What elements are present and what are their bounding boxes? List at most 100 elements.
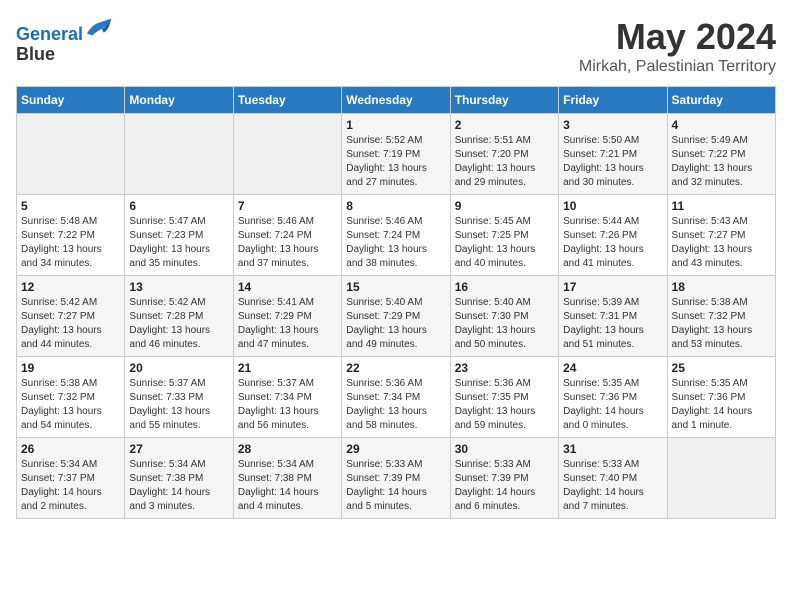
day-info: Sunrise: 5:48 AM Sunset: 7:22 PM Dayligh… xyxy=(21,215,120,271)
day-number: 29 xyxy=(346,442,445,456)
month-title: May 2024 xyxy=(579,16,776,58)
day-number: 18 xyxy=(672,280,771,294)
day-number: 16 xyxy=(455,280,554,294)
calendar-day-cell xyxy=(233,114,341,195)
calendar-day-cell: 13 Sunrise: 5:42 AM Sunset: 7:28 PM Dayli… xyxy=(125,276,233,357)
calendar-body: 1Sunrise: 5:52 AM Sunset: 7:19 PM Daylig… xyxy=(17,114,776,519)
calendar-day-cell: 22 Sunrise: 5:36 AM Sunset: 7:34 PM Dayli… xyxy=(342,357,450,438)
day-info: Sunrise: 5:38 AM Sunset: 7:32 PM Dayligh… xyxy=(21,377,120,433)
day-info: Sunrise: 5:50 AM Sunset: 7:21 PM Dayligh… xyxy=(563,134,662,190)
calendar-table: SundayMondayTuesdayWednesdayThursdayFrid… xyxy=(16,86,776,519)
day-info: Sunrise: 5:42 AM Sunset: 7:28 PM Dayligh… xyxy=(129,296,228,352)
calendar-day-cell: 26Sunrise: 5:34 AM Sunset: 7:37 PM Dayli… xyxy=(17,438,125,519)
calendar-day-cell: 10 Sunrise: 5:44 AM Sunset: 7:26 PM Dayli… xyxy=(559,195,667,276)
calendar-day-cell: 23 Sunrise: 5:36 AM Sunset: 7:35 PM Dayli… xyxy=(450,357,558,438)
day-number: 26 xyxy=(21,442,120,456)
calendar-day-cell: 27Sunrise: 5:34 AM Sunset: 7:38 PM Dayli… xyxy=(125,438,233,519)
calendar-day-cell: 12 Sunrise: 5:42 AM Sunset: 7:27 PM Dayli… xyxy=(17,276,125,357)
day-number: 3 xyxy=(563,118,662,132)
day-info: Sunrise: 5:49 AM Sunset: 7:22 PM Dayligh… xyxy=(672,134,771,190)
calendar-day-cell: 24 Sunrise: 5:35 AM Sunset: 7:36 PM Dayli… xyxy=(559,357,667,438)
day-number: 9 xyxy=(455,199,554,213)
day-info: Sunrise: 5:34 AM Sunset: 7:38 PM Dayligh… xyxy=(238,458,337,514)
day-number: 22 xyxy=(346,361,445,375)
calendar-day-cell: 25 Sunrise: 5:35 AM Sunset: 7:36 PM Dayli… xyxy=(667,357,775,438)
calendar-day-cell: 30Sunrise: 5:33 AM Sunset: 7:39 PM Dayli… xyxy=(450,438,558,519)
day-info: Sunrise: 5:46 AM Sunset: 7:24 PM Dayligh… xyxy=(346,215,445,271)
calendar-day-cell xyxy=(17,114,125,195)
calendar-day-cell: 18Sunrise: 5:38 AM Sunset: 7:32 PM Dayli… xyxy=(667,276,775,357)
day-info: Sunrise: 5:41 AM Sunset: 7:29 PM Dayligh… xyxy=(238,296,337,352)
logo-bird-icon xyxy=(85,16,113,40)
calendar-day-cell: 11 Sunrise: 5:43 AM Sunset: 7:27 PM Dayli… xyxy=(667,195,775,276)
calendar-day-cell: 19 Sunrise: 5:38 AM Sunset: 7:32 PM Dayli… xyxy=(17,357,125,438)
day-number: 19 xyxy=(21,361,120,375)
day-info: Sunrise: 5:34 AM Sunset: 7:38 PM Dayligh… xyxy=(129,458,228,514)
calendar-day-cell: 6 Sunrise: 5:47 AM Sunset: 7:23 PM Daylig… xyxy=(125,195,233,276)
day-info: Sunrise: 5:36 AM Sunset: 7:35 PM Dayligh… xyxy=(455,377,554,433)
day-info: Sunrise: 5:40 AM Sunset: 7:29 PM Dayligh… xyxy=(346,296,445,352)
calendar-day-cell: 20 Sunrise: 5:37 AM Sunset: 7:33 PM Dayli… xyxy=(125,357,233,438)
day-info: Sunrise: 5:47 AM Sunset: 7:23 PM Dayligh… xyxy=(129,215,228,271)
day-info: Sunrise: 5:44 AM Sunset: 7:26 PM Dayligh… xyxy=(563,215,662,271)
day-number: 1 xyxy=(346,118,445,132)
day-info: Sunrise: 5:51 AM Sunset: 7:20 PM Dayligh… xyxy=(455,134,554,190)
calendar-day-header: Wednesday xyxy=(342,87,450,114)
day-number: 21 xyxy=(238,361,337,375)
calendar-day-cell: 28 Sunrise: 5:34 AM Sunset: 7:38 PM Dayli… xyxy=(233,438,341,519)
title-block: May 2024 Mirkah, Palestinian Territory xyxy=(579,16,776,76)
calendar-day-cell: 2 Sunrise: 5:51 AM Sunset: 7:20 PM Daylig… xyxy=(450,114,558,195)
day-info: Sunrise: 5:39 AM Sunset: 7:31 PM Dayligh… xyxy=(563,296,662,352)
calendar-day-header: Friday xyxy=(559,87,667,114)
day-number: 13 xyxy=(129,280,228,294)
day-number: 24 xyxy=(563,361,662,375)
day-number: 6 xyxy=(129,199,228,213)
calendar-day-header: Tuesday xyxy=(233,87,341,114)
calendar-day-cell: 16Sunrise: 5:40 AM Sunset: 7:30 PM Dayli… xyxy=(450,276,558,357)
calendar-day-cell: 1Sunrise: 5:52 AM Sunset: 7:19 PM Daylig… xyxy=(342,114,450,195)
calendar-day-cell: 15Sunrise: 5:40 AM Sunset: 7:29 PM Dayli… xyxy=(342,276,450,357)
day-number: 31 xyxy=(563,442,662,456)
day-number: 17 xyxy=(563,280,662,294)
calendar-day-cell: 17 Sunrise: 5:39 AM Sunset: 7:31 PM Dayli… xyxy=(559,276,667,357)
calendar-day-header: Thursday xyxy=(450,87,558,114)
day-info: Sunrise: 5:35 AM Sunset: 7:36 PM Dayligh… xyxy=(563,377,662,433)
day-number: 10 xyxy=(563,199,662,213)
day-number: 12 xyxy=(21,280,120,294)
calendar-day-cell: 29 Sunrise: 5:33 AM Sunset: 7:39 PM Dayli… xyxy=(342,438,450,519)
calendar-day-header: Monday xyxy=(125,87,233,114)
day-info: Sunrise: 5:36 AM Sunset: 7:34 PM Dayligh… xyxy=(346,377,445,433)
day-number: 2 xyxy=(455,118,554,132)
day-number: 14 xyxy=(238,280,337,294)
day-number: 20 xyxy=(129,361,228,375)
day-info: Sunrise: 5:33 AM Sunset: 7:40 PM Dayligh… xyxy=(563,458,662,514)
calendar-day-header: Saturday xyxy=(667,87,775,114)
day-info: Sunrise: 5:35 AM Sunset: 7:36 PM Dayligh… xyxy=(672,377,771,433)
day-info: Sunrise: 5:43 AM Sunset: 7:27 PM Dayligh… xyxy=(672,215,771,271)
day-info: Sunrise: 5:37 AM Sunset: 7:33 PM Dayligh… xyxy=(129,377,228,433)
calendar-day-cell xyxy=(667,438,775,519)
calendar-day-cell: 7Sunrise: 5:46 AM Sunset: 7:24 PM Daylig… xyxy=(233,195,341,276)
calendar-week-row: 1Sunrise: 5:52 AM Sunset: 7:19 PM Daylig… xyxy=(17,114,776,195)
calendar-week-row: 19 Sunrise: 5:38 AM Sunset: 7:32 PM Dayli… xyxy=(17,357,776,438)
day-number: 23 xyxy=(455,361,554,375)
day-number: 4 xyxy=(672,118,771,132)
calendar-day-cell: 14 Sunrise: 5:41 AM Sunset: 7:29 PM Dayli… xyxy=(233,276,341,357)
calendar-day-cell xyxy=(125,114,233,195)
calendar-week-row: 26Sunrise: 5:34 AM Sunset: 7:37 PM Dayli… xyxy=(17,438,776,519)
calendar-day-header: Sunday xyxy=(17,87,125,114)
logo-text: General Blue xyxy=(16,16,113,65)
day-info: Sunrise: 5:42 AM Sunset: 7:27 PM Dayligh… xyxy=(21,296,120,352)
day-info: Sunrise: 5:33 AM Sunset: 7:39 PM Dayligh… xyxy=(346,458,445,514)
calendar-header-row: SundayMondayTuesdayWednesdayThursdayFrid… xyxy=(17,87,776,114)
calendar-week-row: 5Sunrise: 5:48 AM Sunset: 7:22 PM Daylig… xyxy=(17,195,776,276)
day-number: 28 xyxy=(238,442,337,456)
calendar-day-cell: 9Sunrise: 5:45 AM Sunset: 7:25 PM Daylig… xyxy=(450,195,558,276)
day-number: 11 xyxy=(672,199,771,213)
day-number: 25 xyxy=(672,361,771,375)
logo: General Blue xyxy=(16,16,113,65)
day-info: Sunrise: 5:37 AM Sunset: 7:34 PM Dayligh… xyxy=(238,377,337,433)
calendar-day-cell: 8Sunrise: 5:46 AM Sunset: 7:24 PM Daylig… xyxy=(342,195,450,276)
page-header: General Blue May 2024 Mirkah, Palestinia… xyxy=(16,16,776,76)
day-info: Sunrise: 5:33 AM Sunset: 7:39 PM Dayligh… xyxy=(455,458,554,514)
